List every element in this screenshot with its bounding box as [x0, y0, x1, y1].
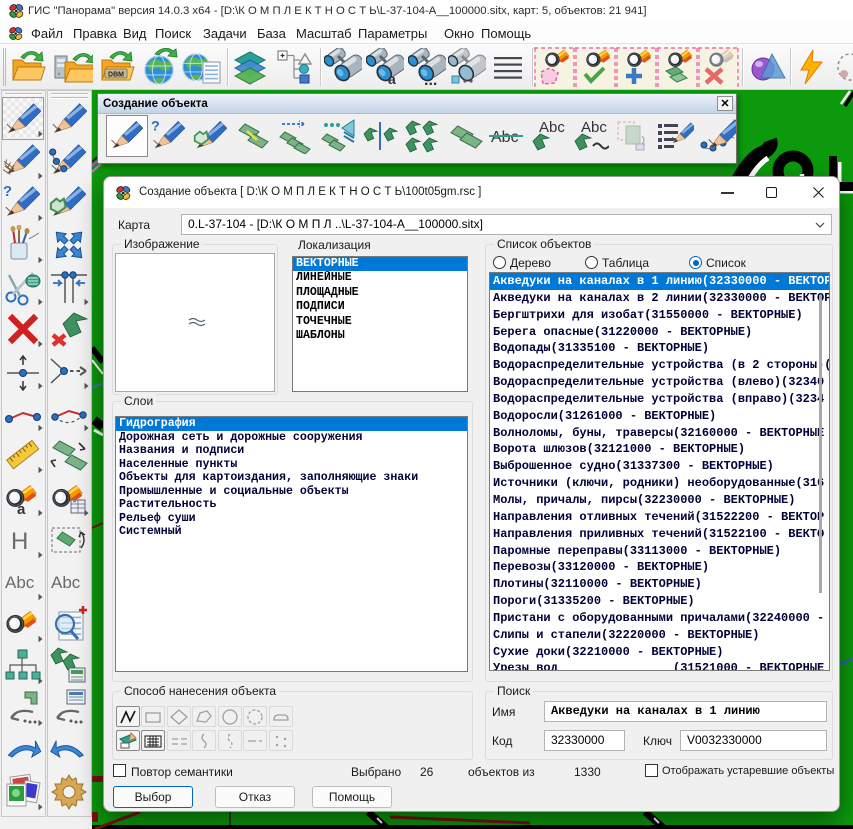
- svg-text:Abc: Abc: [581, 119, 607, 136]
- svg-text:a: a: [388, 71, 396, 86]
- svg-text:?: ?: [3, 184, 12, 200]
- svg-text:a: a: [17, 501, 26, 518]
- svg-text:H: H: [11, 528, 28, 555]
- svg-text:?: ?: [151, 119, 160, 135]
- svg-text:Abc: Abc: [539, 119, 565, 136]
- svg-text:Abc: Abc: [491, 129, 519, 146]
- svg-text:Abc: Abc: [5, 573, 35, 592]
- svg-text:DBM: DBM: [108, 72, 124, 79]
- svg-text:...: ...: [424, 72, 437, 86]
- svg-text:Abc: Abc: [51, 573, 81, 592]
